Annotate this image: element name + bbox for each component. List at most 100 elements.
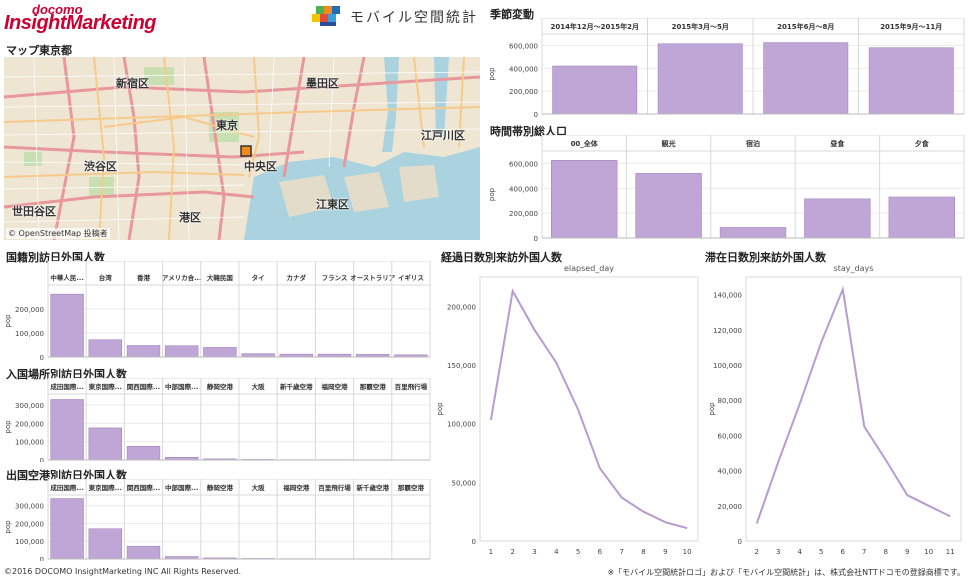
y-tick-label: 400,000 — [509, 65, 538, 73]
y-tick-label: 80,000 — [718, 397, 743, 405]
category-label: 中華人民... — [50, 273, 83, 282]
tokyo-map[interactable]: 新宿区 墨田区 東京 江戸川区 渋谷区 中央区 江東区 世田谷区 港区 © Op… — [4, 57, 480, 240]
x-tick-label: 6 — [841, 548, 846, 556]
map-label-setagaya: 世田谷区 — [12, 205, 56, 218]
facet-subtitle: stay_days — [834, 264, 874, 273]
category-label: 大阪 — [252, 483, 266, 492]
category-label: 東京国際... — [89, 382, 122, 391]
x-tick-label: 5 — [819, 548, 823, 556]
bar[interactable] — [552, 65, 638, 115]
bar[interactable] — [50, 399, 84, 461]
bar[interactable] — [126, 446, 161, 461]
y-tick-label: 100,000 — [447, 421, 476, 429]
category-label: 新千歳空港 — [356, 483, 389, 492]
y-axis-label: pop — [4, 314, 12, 328]
x-tick-label: 2 — [755, 548, 759, 556]
y-tick-label: 200,000 — [15, 306, 44, 314]
bar[interactable] — [657, 43, 743, 115]
y-axis-label: pop — [708, 402, 716, 416]
category-label: 東京国際... — [89, 483, 122, 492]
category-label: 静岡空港 — [207, 483, 234, 492]
bar[interactable] — [804, 198, 871, 239]
category-label: 2015年9月～11月 — [880, 22, 942, 31]
category-label: タイ — [252, 273, 265, 282]
bar[interactable] — [88, 528, 122, 560]
bar[interactable] — [88, 339, 122, 358]
y-tick-label: 0 — [534, 235, 538, 242]
x-tick-label: 6 — [598, 548, 603, 556]
bar[interactable] — [165, 345, 199, 358]
y-tick-label: 300,000 — [15, 402, 44, 410]
y-tick-label: 0 — [40, 354, 44, 361]
y-tick-label: 0 — [534, 111, 538, 118]
y-axis-label: pop — [436, 402, 444, 416]
bar[interactable] — [50, 498, 84, 560]
category-label: 成田国際... — [50, 382, 83, 391]
x-tick-label: 7 — [862, 548, 866, 556]
x-tick-label: 11 — [946, 548, 955, 556]
bar[interactable] — [868, 47, 954, 115]
bar[interactable] — [203, 347, 237, 358]
entry-port-chart: 0 100,000 200,000 300,000 pop 成田国際... 東京国際... 関… — [4, 378, 431, 462]
map-label-tokyo: 東京 — [216, 119, 238, 132]
category-label: 00_全体 — [571, 139, 599, 148]
y-tick-label: 40,000 — [718, 468, 743, 476]
map-label-sumida: 墨田区 — [306, 77, 339, 90]
map-attribution: © OpenStreetMap 投稿者 — [6, 228, 110, 239]
bar[interactable] — [763, 42, 849, 115]
y-tick-label: 50,000 — [452, 479, 477, 487]
y-axis-label: pop — [488, 187, 496, 201]
y-tick-label: 0 — [472, 538, 476, 546]
y-tick-label: 200,000 — [509, 210, 538, 218]
y-tick-label: 120,000 — [713, 327, 742, 335]
y-tick-label: 100,000 — [713, 362, 742, 370]
x-tick-label: 4 — [554, 548, 559, 556]
bar[interactable] — [126, 345, 161, 358]
mobile-spatial-statistics-brand: モバイル空間統計 — [310, 4, 478, 30]
bar[interactable] — [126, 545, 161, 560]
y-tick-label: 200,000 — [15, 520, 44, 528]
category-label: 香港 — [137, 273, 151, 282]
x-tick-label: 9 — [663, 548, 667, 556]
map-label-minato: 港区 — [179, 211, 201, 224]
brand-text: モバイル空間統計 — [350, 10, 478, 26]
x-tick-label: 1 — [489, 548, 493, 556]
category-label: 昼食 — [829, 139, 845, 148]
y-axis-label: pop — [4, 520, 12, 534]
bar[interactable] — [888, 196, 955, 239]
y-tick-label: 200,000 — [447, 303, 476, 311]
y-tick-label: 200,000 — [509, 88, 538, 96]
category-label: 中部国際... — [165, 483, 198, 492]
bar[interactable] — [551, 160, 618, 239]
y-tick-label: 100,000 — [15, 538, 44, 546]
series-line[interactable] — [755, 285, 951, 524]
plot-frame — [479, 276, 699, 542]
facet-subtitle: elapsed_day — [564, 264, 614, 273]
category-label: 百里飛行場 — [318, 483, 351, 492]
plot-frame — [745, 276, 962, 542]
x-tick-label: 10 — [683, 548, 692, 556]
category-label: 関西国際... — [127, 483, 160, 492]
category-label: 2015年3月～5月 — [672, 22, 729, 31]
category-label: 静岡空港 — [207, 382, 234, 391]
bar[interactable] — [241, 353, 275, 358]
category-label: 中部国際... — [165, 382, 198, 391]
category-label: 夕食 — [915, 139, 930, 148]
bar[interactable] — [719, 227, 787, 239]
hourly-chart: 0 200,000 400,000 600,000 pop 00_全体 観光 宿泊 昼食 夕食 — [488, 135, 965, 242]
bar[interactable] — [50, 293, 84, 358]
y-tick-label: 200,000 — [15, 420, 44, 428]
y-tick-label: 600,000 — [509, 42, 538, 50]
y-tick-label: 150,000 — [447, 362, 476, 370]
series-line[interactable] — [489, 288, 688, 530]
category-label: 成田国際... — [50, 483, 83, 492]
bar[interactable] — [635, 173, 702, 239]
nationality-chart: 0 100,000 200,000pop 中華人民... 台湾 香港 アメリカ合... 大韓民… — [4, 261, 431, 361]
y-tick-label: 300,000 — [15, 503, 44, 511]
bar[interactable] — [88, 427, 122, 461]
category-label: 百里飛行場 — [395, 382, 428, 391]
category-label: 大阪 — [252, 382, 266, 391]
category-label: 2015年6月～8月 — [777, 22, 834, 31]
y-tick-label: 0 — [40, 457, 44, 462]
trademark-footnote: ※「モバイル空間統計ロゴ」および「モバイル空間統計」は、株式会社NTTドコモの登… — [607, 568, 965, 577]
